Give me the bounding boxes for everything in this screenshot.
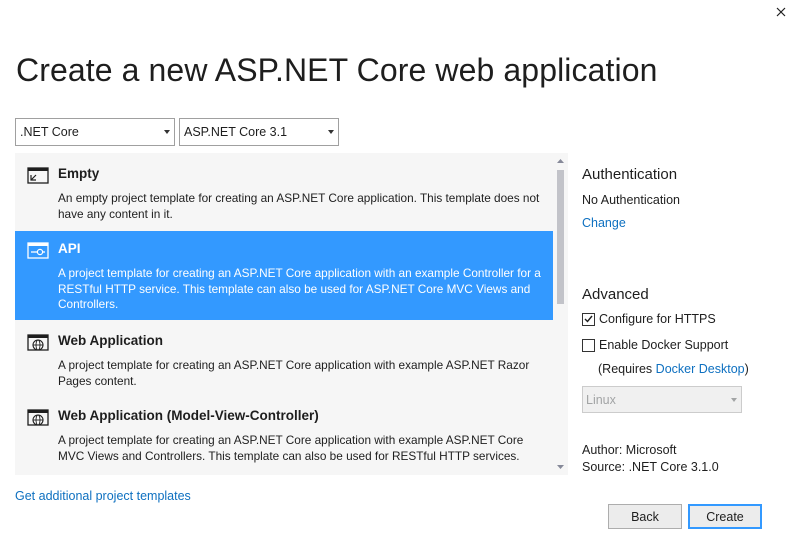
chevron-up-icon (557, 159, 564, 163)
api-template-icon (27, 242, 49, 259)
template-list[interactable]: Empty An empty project template for crea… (15, 153, 568, 475)
change-authentication-link[interactable]: Change (582, 216, 626, 230)
author-label: Author: (582, 443, 623, 457)
source-value: .NET Core 3.1.0 (628, 460, 719, 474)
scrollbar-thumb[interactable] (557, 170, 564, 304)
template-item-empty[interactable]: Empty An empty project template for crea… (15, 156, 553, 230)
authentication-value: No Authentication (582, 193, 680, 207)
template-name: Web Application (58, 333, 164, 348)
framework-dropdown[interactable]: .NET Core (15, 118, 175, 146)
template-item-api[interactable]: API A project template for creating an A… (15, 231, 553, 320)
template-description: A project template for creating an ASP.N… (58, 358, 530, 388)
author-info: Author: Microsoft (582, 443, 677, 457)
docker-os-value: Linux (586, 392, 616, 407)
check-icon (584, 315, 593, 323)
template-description: A project template for creating an ASP.N… (58, 433, 524, 463)
framework-value: .NET Core (20, 125, 79, 139)
get-additional-templates-link[interactable]: Get additional project templates (15, 489, 191, 503)
create-button[interactable]: Create (688, 504, 762, 529)
enable-docker-label: Enable Docker Support (599, 338, 729, 352)
source-info: Source: .NET Core 3.1.0 (582, 460, 719, 474)
docker-desktop-link[interactable]: Docker Desktop (656, 362, 745, 376)
template-name: API (58, 241, 81, 256)
empty-template-icon (27, 167, 49, 184)
template-item-web-application[interactable]: Web Application A project template for c… (15, 323, 553, 397)
template-name: Web Application (Model-View-Controller) (58, 408, 319, 423)
docker-requirement-note: (Requires Docker Desktop) (598, 362, 749, 376)
page-title: Create a new ASP.NET Core web applicatio… (16, 52, 658, 88)
configure-https-option[interactable]: Configure for HTTPS (582, 312, 716, 326)
back-button[interactable]: Back (608, 504, 682, 529)
docker-os-dropdown[interactable]: Linux (582, 386, 742, 413)
requires-prefix: (Requires (598, 362, 656, 376)
configure-https-label: Configure for HTTPS (599, 312, 716, 326)
advanced-heading: Advanced (582, 286, 649, 303)
author-value: Microsoft (625, 443, 677, 457)
chevron-down-icon (729, 397, 739, 402)
configure-https-checkbox[interactable] (582, 312, 595, 326)
scroll-up-button[interactable] (553, 154, 568, 168)
template-list-scrollbar[interactable] (553, 153, 568, 475)
enable-docker-checkbox[interactable] (582, 338, 595, 352)
chevron-down-icon (162, 119, 172, 145)
scroll-down-button[interactable] (553, 460, 568, 474)
close-button[interactable] (770, 2, 792, 22)
template-description: A project template for creating an ASP.N… (58, 266, 541, 311)
template-item-web-application-mvc[interactable]: Web Application (Model-View-Controller) … (15, 398, 553, 475)
requires-suffix: ) (744, 362, 749, 376)
chevron-down-icon (326, 119, 336, 145)
globe-icon (27, 409, 49, 426)
globe-icon (27, 334, 49, 351)
chevron-down-icon (557, 465, 564, 469)
enable-docker-option[interactable]: Enable Docker Support (582, 338, 728, 352)
authentication-heading: Authentication (582, 166, 678, 183)
version-value: ASP.NET Core 3.1 (184, 125, 288, 139)
version-dropdown[interactable]: ASP.NET Core 3.1 (179, 118, 339, 146)
source-label: Source: (582, 460, 626, 474)
close-icon (776, 7, 786, 17)
template-name: Empty (58, 166, 100, 181)
template-description: An empty project template for creating a… (58, 191, 540, 221)
